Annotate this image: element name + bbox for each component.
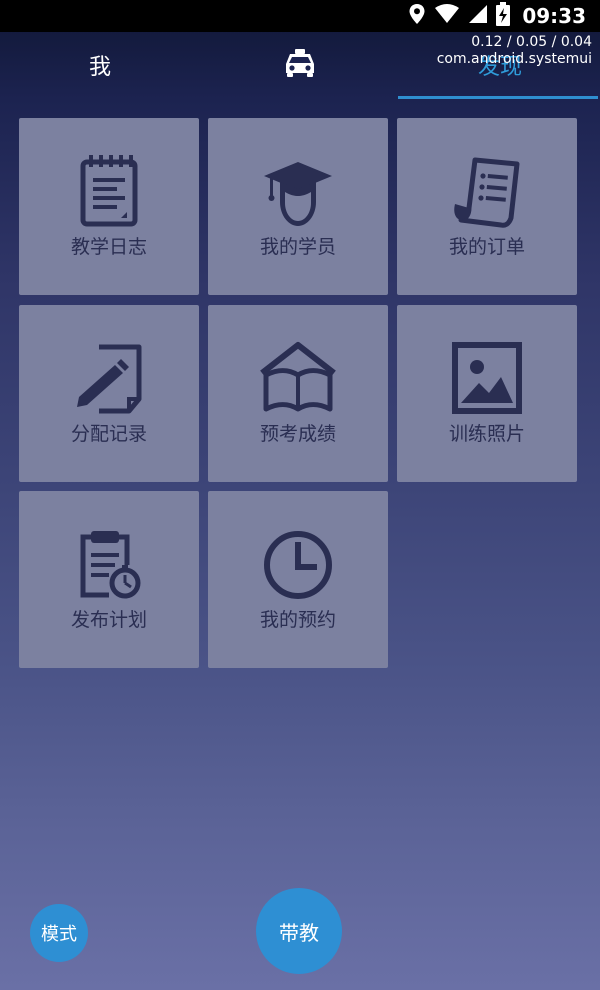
taxi-icon xyxy=(283,48,317,82)
tile-label: 我的学员 xyxy=(259,236,336,258)
clipboard-timer-icon xyxy=(69,525,149,605)
cpu-load-text: 0.12 / 0.05 / 0.04 xyxy=(471,34,592,50)
location-icon xyxy=(408,3,426,29)
cell-signal-icon xyxy=(468,4,488,28)
tile-label: 训练照片 xyxy=(448,423,525,445)
tile-label: 发布计划 xyxy=(70,609,147,631)
tile-label: 预考成绩 xyxy=(259,423,336,445)
tab-car[interactable] xyxy=(200,32,400,98)
tile-my-orders[interactable]: 我的订单 xyxy=(397,118,577,295)
clock-icon xyxy=(258,525,338,605)
tile-assignment-records[interactable]: 分配记录 xyxy=(19,305,199,482)
tile-my-students[interactable]: 我的学员 xyxy=(208,118,388,295)
tile-label: 我的订单 xyxy=(448,236,525,258)
receipt-icon xyxy=(447,152,527,232)
tile-teaching-log[interactable]: 教学日志 xyxy=(19,118,199,295)
tile-label: 我的预约 xyxy=(259,609,336,631)
active-tab-indicator xyxy=(398,96,598,99)
notebook-icon xyxy=(69,152,149,232)
tab-me-label: 我 xyxy=(88,55,111,80)
status-icons: 09:33 xyxy=(408,0,586,32)
tile-label: 教学日志 xyxy=(70,236,147,258)
tile-my-appointments[interactable]: 我的预约 xyxy=(208,491,388,668)
teach-button[interactable]: 带教 xyxy=(256,888,342,974)
tile-label: 分配记录 xyxy=(70,423,147,445)
battery-charging-icon xyxy=(496,2,511,30)
status-bar: 09:33 xyxy=(0,0,600,32)
process-name-text: com.android.systemui xyxy=(436,51,592,67)
tile-training-photos[interactable]: 训练照片 xyxy=(397,305,577,482)
picture-icon xyxy=(447,339,527,419)
tab-me[interactable]: 我 xyxy=(0,32,200,98)
wifi-icon xyxy=(434,4,460,28)
pencil-note-icon xyxy=(69,339,149,419)
mode-button[interactable]: 模式 xyxy=(30,904,88,962)
load-overlay: 0.12 / 0.05 / 0.04 com.android.systemui xyxy=(437,34,592,68)
graduate-icon xyxy=(258,152,338,232)
open-book-icon xyxy=(258,339,338,419)
tile-mock-exam-scores[interactable]: 预考成绩 xyxy=(208,305,388,482)
status-time: 09:33 xyxy=(522,4,586,28)
tile-publish-plan[interactable]: 发布计划 xyxy=(19,491,199,668)
